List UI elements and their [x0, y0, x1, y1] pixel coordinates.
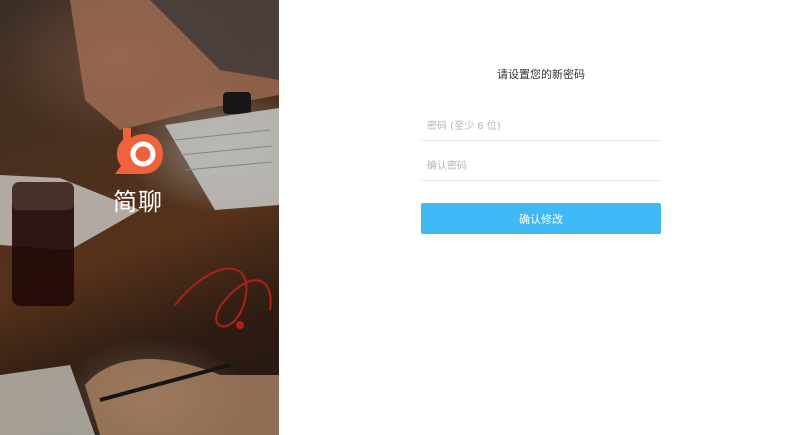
chat-bubble-b-icon	[115, 128, 163, 174]
brand-name: 简聊	[113, 188, 163, 216]
confirm-change-button[interactable]: 确认修改	[421, 203, 661, 234]
confirm-password-input[interactable]	[421, 153, 661, 181]
desk-photo	[0, 0, 279, 435]
background-photo-panel: 简聊	[0, 0, 279, 435]
form-title: 请设置您的新密码	[497, 68, 585, 81]
brand: 简聊	[108, 124, 168, 217]
new-password-input[interactable]	[421, 113, 661, 141]
